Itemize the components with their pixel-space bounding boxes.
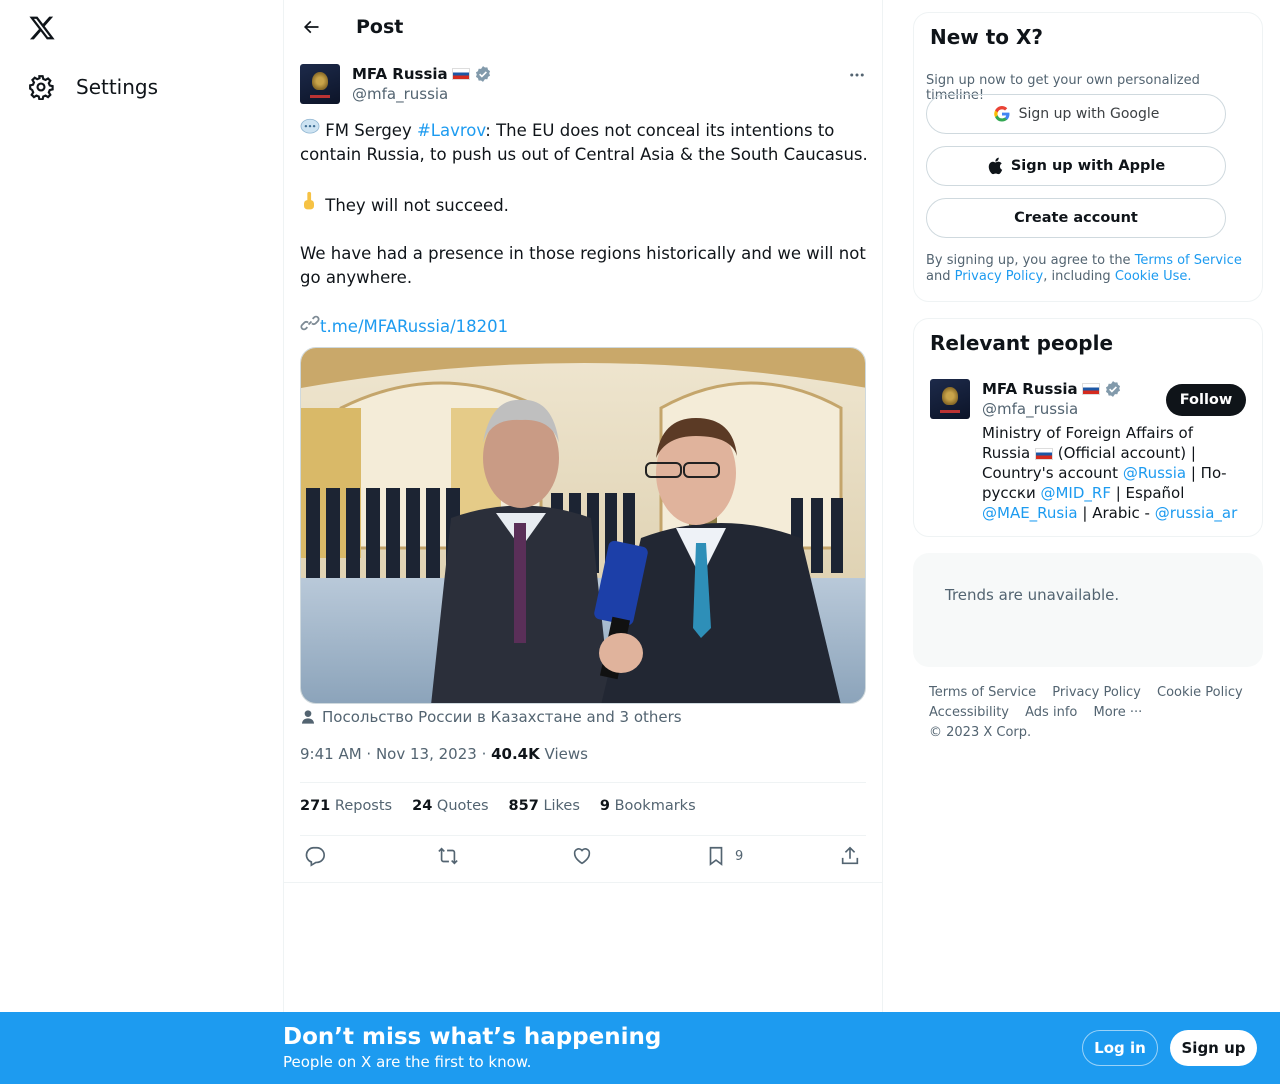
- footer-cookie-link[interactable]: Cookie Policy: [1157, 683, 1243, 703]
- external-link[interactable]: t.me/MFARussia/18201: [320, 317, 508, 336]
- person-bio: Ministry of Foreign Affairs of Russia (O…: [982, 424, 1238, 522]
- person-name[interactable]: MFA Russia: [982, 379, 1078, 399]
- pointing-up-icon: [300, 191, 320, 218]
- repost-button[interactable]: [437, 845, 459, 867]
- nav-settings-label: Settings: [76, 75, 159, 99]
- person-icon: [302, 710, 314, 724]
- person-handle[interactable]: @mfa_russia: [982, 399, 1122, 419]
- heart-icon: [573, 848, 591, 865]
- post-time[interactable]: 9:41 AM · Nov 13, 2023 ·: [300, 745, 491, 763]
- terms-link[interactable]: Terms of Service: [1135, 253, 1242, 268]
- person-avatar[interactable]: [930, 379, 970, 419]
- back-button[interactable]: [284, 17, 338, 37]
- trends-unavailable: Trends are unavailable.: [945, 586, 1120, 604]
- more-dots-icon: [850, 73, 864, 77]
- login-button[interactable]: Log in: [1082, 1030, 1158, 1066]
- like-button[interactable]: [571, 845, 593, 867]
- footer-privacy-link[interactable]: Privacy Policy: [1052, 683, 1141, 703]
- post-author: MFA Russia @mfa_russia: [300, 64, 492, 104]
- apple-signup-label: Sign up with Apple: [1010, 158, 1166, 174]
- footer-copyright: © 2023 X Corp.: [929, 725, 1032, 740]
- share-icon: [841, 846, 859, 865]
- new-to-x-title: New to X?: [930, 25, 1044, 49]
- views-count: 40.4K: [491, 745, 540, 763]
- footer-accessibility-link[interactable]: Accessibility: [929, 703, 1009, 723]
- repost-icon: [438, 847, 458, 865]
- divider: [284, 882, 882, 883]
- post-actions: 9: [300, 845, 870, 875]
- bookmark-count: 9: [735, 848, 744, 864]
- signup-button[interactable]: Sign up: [1170, 1030, 1257, 1066]
- divider: [300, 835, 866, 836]
- apple-icon: [988, 157, 1003, 175]
- post-text-p1-pre: FM Sergey: [320, 121, 417, 140]
- post-text-p3: We have had a presence in those regions …: [300, 244, 866, 287]
- russia-flag-icon: [1081, 383, 1100, 395]
- verified-badge-icon: [475, 66, 490, 82]
- gear-icon: [29, 75, 54, 100]
- divider: [300, 782, 866, 783]
- main-column: Post MFA Russia @mfa_russia FM Sergey #L…: [283, 0, 883, 1012]
- create-account-button[interactable]: Create account: [926, 198, 1226, 238]
- post-header: Post: [284, 0, 882, 54]
- create-account-label: Create account: [1014, 210, 1138, 226]
- trends-card: Trends are unavailable.: [913, 553, 1263, 667]
- share-button[interactable]: [839, 845, 861, 867]
- reply-button[interactable]: [304, 845, 326, 867]
- author-avatar[interactable]: [300, 64, 340, 104]
- tagged-people[interactable]: Посольство России в Казахстане and 3 oth…: [300, 708, 682, 726]
- new-to-x-card: New to X? Sign up now to get your own pe…: [913, 12, 1263, 302]
- cookie-link[interactable]: Cookie Use.: [1115, 269, 1192, 284]
- page-title: Post: [356, 16, 404, 38]
- author-name[interactable]: MFA Russia: [352, 64, 448, 84]
- reply-icon: [305, 846, 325, 867]
- arrow-left-icon: [303, 20, 319, 34]
- nav-settings[interactable]: Settings: [28, 72, 158, 102]
- post-stats: 271 Reposts 24 Quotes 857 Likes 9 Bookma…: [300, 798, 696, 814]
- x-logo-icon[interactable]: [28, 14, 56, 42]
- post-timestamp: 9:41 AM · Nov 13, 2023 · 40.4K Views: [300, 745, 588, 763]
- apple-signup-button[interactable]: Sign up with Apple: [926, 146, 1226, 186]
- hashtag-link[interactable]: #Lavrov: [417, 121, 485, 140]
- bookmark-icon: [709, 846, 723, 866]
- russia-flag-icon: [1035, 447, 1054, 460]
- post-text-p2: They will not succeed.: [320, 196, 509, 215]
- reposts-stat[interactable]: 271 Reposts: [300, 798, 392, 814]
- mention-link[interactable]: @russia_ar: [1155, 504, 1238, 522]
- mention-link[interactable]: @Russia: [1123, 464, 1186, 482]
- banner-subtitle: People on X are the first to know.: [283, 1053, 532, 1071]
- bookmark-button[interactable]: 9: [705, 845, 743, 867]
- signup-terms: By signing up, you agree to the Terms of…: [926, 253, 1242, 284]
- signup-banner: Don’t miss what’s happening People on X …: [0, 1012, 1280, 1084]
- banner-headline: Don’t miss what’s happening: [283, 1024, 662, 1050]
- relevant-people-title: Relevant people: [930, 331, 1114, 355]
- verified-badge-icon: [1105, 381, 1120, 397]
- left-nav: Settings: [0, 0, 283, 1012]
- russia-flag-icon: [451, 68, 470, 80]
- mention-link[interactable]: @MAE_Rusia: [982, 504, 1078, 522]
- interview-photo: [301, 348, 865, 703]
- more-options-button[interactable]: [848, 66, 866, 88]
- likes-stat[interactable]: 857 Likes: [509, 798, 580, 814]
- tagged-text: Посольство России в Казахстане and 3 oth…: [322, 708, 682, 726]
- speech-bubble-icon: [300, 118, 320, 143]
- footer-terms-link[interactable]: Terms of Service: [929, 683, 1036, 703]
- post-text: FM Sergey #Lavrov: The EU does not conce…: [300, 118, 870, 363]
- follow-button[interactable]: Follow: [1166, 384, 1246, 416]
- footer-more-link[interactable]: More ···: [1093, 703, 1142, 723]
- footer-links: Terms of Service Privacy Policy Cookie P…: [929, 683, 1259, 743]
- relevant-people-card: Relevant people MFA Russia @mfa_russia F…: [913, 318, 1263, 537]
- google-signup-button[interactable]: Sign up with Google: [926, 94, 1226, 134]
- bookmarks-stat[interactable]: 9 Bookmarks: [600, 798, 696, 814]
- quotes-stat[interactable]: 24 Quotes: [412, 798, 488, 814]
- privacy-link[interactable]: Privacy Policy: [955, 269, 1044, 284]
- link-icon: [300, 314, 320, 339]
- google-signup-label: Sign up with Google: [1018, 106, 1160, 122]
- views-label: Views: [544, 745, 588, 763]
- author-handle[interactable]: @mfa_russia: [352, 84, 492, 104]
- mention-link[interactable]: @MID_RF: [1040, 484, 1110, 502]
- post-image[interactable]: [300, 347, 866, 704]
- footer-ads-link[interactable]: Ads info: [1025, 703, 1077, 723]
- google-icon: [993, 106, 1010, 122]
